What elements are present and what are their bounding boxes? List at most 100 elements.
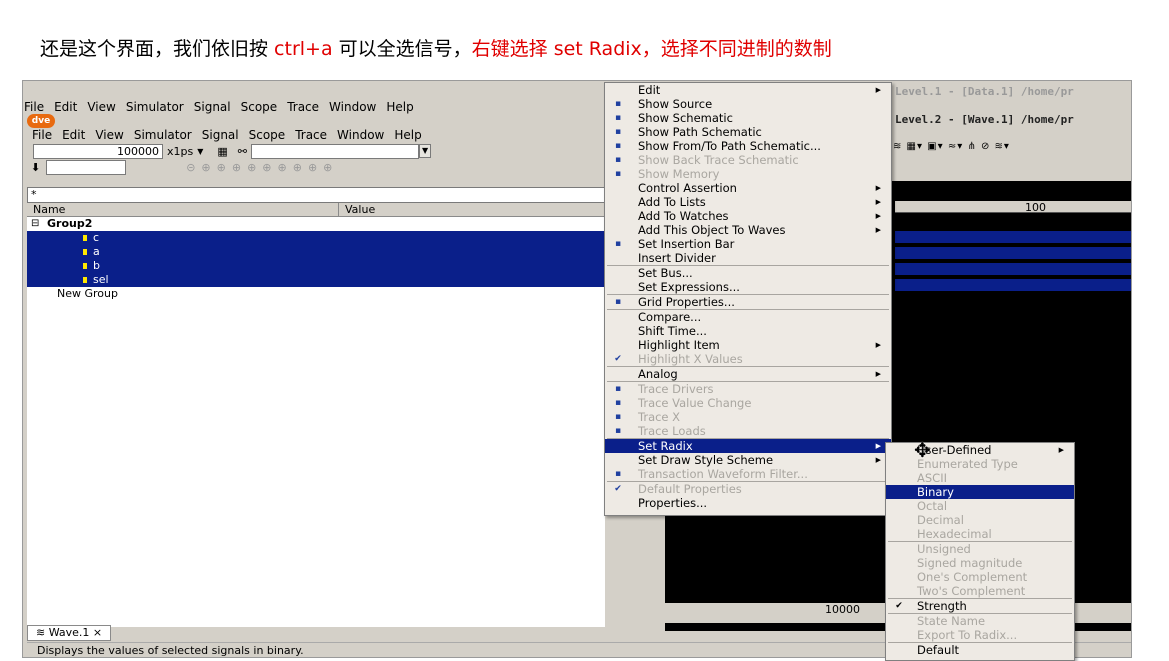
tree-row-sel[interactable]: sel [27,273,605,287]
dve-logo: dve [27,114,55,128]
menu-item-show-from-to-path-schematic[interactable]: ▪ Show From/To Path Schematic... [605,139,891,153]
menu-simulator[interactable]: Simulator [121,100,189,114]
menu-item-set-insertion-bar[interactable]: ▪ Set Insertion Bar [605,237,891,251]
menu-item-label: Octal [917,499,948,513]
wave-trace-sel[interactable] [895,279,1131,291]
signal-grid-header: Name Value [27,203,605,217]
caption-part1: 还是这个界面，我们依旧按 [40,38,275,60]
menu-simulator[interactable]: Simulator [129,128,197,142]
tree-row-c[interactable]: c [27,231,605,245]
wave-trace-a[interactable] [895,247,1131,259]
tree-row-b[interactable]: b [27,259,605,273]
drivers-icon: ▪ [614,384,622,394]
menu-window[interactable]: Window [324,100,381,114]
menu-item-insert-divider[interactable]: Insert Divider [605,251,891,265]
menu-scope[interactable]: Scope [244,128,291,142]
column-header-name[interactable]: Name [27,203,339,216]
menu-item-show-schematic[interactable]: ▪ Show Schematic [605,111,891,125]
menu-item-label: Set Draw Style Scheme [638,453,774,467]
menu-item-properties[interactable]: Properties... [605,496,891,510]
menu-item-label: Trace Value Change [638,396,752,410]
tree-row-a[interactable]: a [27,245,605,259]
step-field[interactable] [46,159,127,175]
value-change-icon: ▪ [614,398,622,408]
menu-item-shift-time[interactable]: Shift Time... [605,324,891,338]
caption-part2: ctrl+a [274,38,333,60]
menu-item-compare[interactable]: Compare... [605,310,891,324]
menu-item-analog[interactable]: Analog ▶ [605,367,891,381]
step-down-icon[interactable]: ⬇ [31,161,40,174]
menu-window[interactable]: Window [332,128,389,142]
column-header-value[interactable]: Value [339,203,605,216]
menu-help[interactable]: Help [389,128,426,142]
menu-item-show-path-schematic[interactable]: ▪ Show Path Schematic [605,125,891,139]
wave-trace-b[interactable] [895,263,1131,275]
check-icon: ✔ [895,601,903,611]
inner-menubar: File Edit View Simulator Signal Scope Trace Win… [27,127,427,143]
menu-edit[interactable]: Edit [57,128,90,142]
wave-trace-c[interactable] [895,231,1131,243]
menu-item-label: Highlight X Values [638,352,743,366]
menu-view[interactable]: View [82,100,120,114]
menu-item-edit[interactable]: Edit ▶ [605,83,891,97]
find-field[interactable] [251,143,420,159]
submenu-arrow-icon: ▶ [875,341,881,349]
time-ruler-top: 100 [895,201,1131,214]
menu-item-label: Decimal [917,513,964,527]
menu-item-label: Enumerated Type [917,457,1018,471]
menu-item-label: Highlight Item [638,338,720,352]
collapse-icon[interactable]: ⊟ [31,217,39,231]
time-value-field[interactable]: 100000 [33,143,163,159]
menu-item-label: Show Path Schematic [638,125,762,139]
binoculars-icon[interactable]: ⚯ [238,145,247,158]
menu-file[interactable]: File [23,100,49,114]
time-unit-chevron-icon[interactable]: ▼ [197,147,203,156]
menu-item-label: Compare... [638,310,702,324]
menu-item-add-to-watches[interactable]: Add To Watches ▶ [605,209,891,223]
menu-item-export-to-radix: Export To Radix... [886,628,1074,642]
menu-file[interactable]: File [27,128,57,142]
mouse-cursor-icon: ✥ [914,438,931,462]
menu-item-set-draw-style-scheme[interactable]: Set Draw Style Scheme ▶ [605,453,891,467]
menu-trace[interactable]: Trace [282,100,324,114]
menu-trace[interactable]: Trace [290,128,332,142]
tree-row-label: b [93,259,100,272]
backtrace-icon: ▪ [614,155,622,165]
menu-item-hexadecimal: Hexadecimal [886,527,1074,541]
menu-item-show-source[interactable]: ▪ Show Source [605,97,891,111]
menu-item-control-assertion[interactable]: Control Assertion ▶ [605,181,891,195]
menu-item-add-this-object-to-waves[interactable]: Add This Object To Waves ▶ [605,223,891,237]
close-icon[interactable]: × [89,626,102,639]
find-dropdown-icon[interactable]: ▼ [419,144,432,158]
menu-item-default[interactable]: Default [886,643,1074,657]
filter-icon: ▪ [614,469,622,479]
menu-item-label: Add To Watches [638,209,729,223]
menu-item-add-to-lists[interactable]: Add To Lists ▶ [605,195,891,209]
menu-scope[interactable]: Scope [236,100,283,114]
menu-item-set-bus[interactable]: Set Bus... [605,266,891,280]
menu-help[interactable]: Help [381,100,418,114]
menu-signal[interactable]: Signal [189,100,236,114]
menu-item-label: Unsigned [917,542,971,556]
tab-wave-1[interactable]: ≋ Wave.1 × [27,625,112,641]
tree-row-new-group[interactable]: New Group [27,287,605,301]
menu-signal[interactable]: Signal [197,128,244,142]
trace-x-icon: ▪ [614,412,622,422]
tree-row-label: sel [93,273,109,286]
submenu-arrow-icon: ▶ [875,86,881,94]
menu-view[interactable]: View [90,128,128,142]
menu-item-strength[interactable]: ✔ Strength [886,599,1074,613]
wave-toolbar[interactable]: ≋ ▦▾ ▣▾ ≈▾ ⋔ ⊘ ≋▾ [889,141,1131,159]
menu-item-grid-properties[interactable]: ▪ Grid Properties... [605,295,891,309]
signal-icon[interactable]: ▦ [217,145,227,158]
time-unit-select[interactable]: x1ps [163,145,197,158]
menu-item-set-radix[interactable]: Set Radix ▶ [605,439,891,453]
menu-item-label: Export To Radix... [917,628,1018,642]
menu-item-highlight-item[interactable]: Highlight Item ▶ [605,338,891,352]
tree-row-group2[interactable]: ⊟ Group2 [27,217,605,231]
menu-edit[interactable]: Edit [49,100,82,114]
filter-input[interactable]: * [27,187,605,203]
menu-item-binary[interactable]: Binary [886,485,1074,499]
sim-control-icons[interactable]: ⊝⊕⊕⊕⊕⊕⊕⊕⊕⊕ [126,161,338,174]
menu-item-set-expressions[interactable]: Set Expressions... [605,280,891,294]
